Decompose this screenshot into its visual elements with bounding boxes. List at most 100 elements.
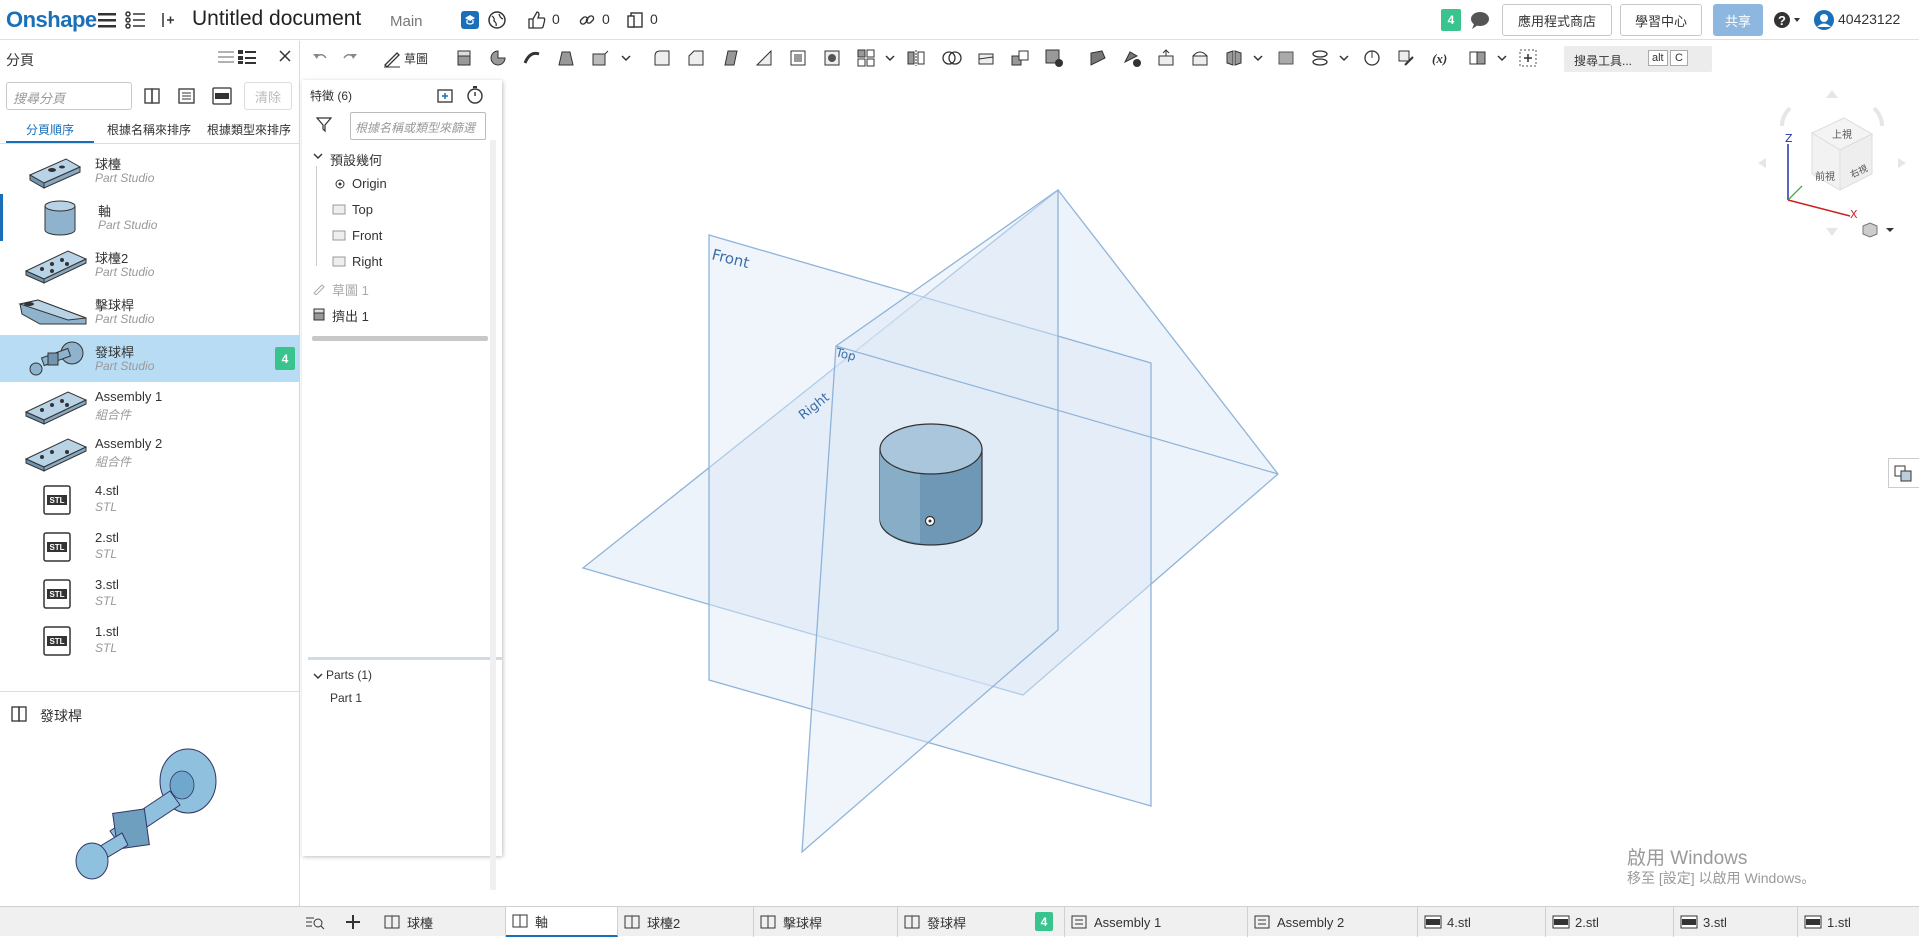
close-icon[interactable]: [278, 49, 292, 66]
chevron-down-icon[interactable]: [1252, 48, 1264, 68]
bottom-tab[interactable]: Assembly 1: [1065, 907, 1248, 937]
boolean-icon[interactable]: [942, 48, 964, 68]
notification-badge[interactable]: 4: [1441, 9, 1461, 31]
feature-item-sketch[interactable]: 草圖 1: [332, 280, 369, 299]
filter-stl-icon[interactable]: [212, 87, 232, 108]
helix-icon[interactable]: [1362, 48, 1384, 68]
tab-list-item[interactable]: Assembly 1 組合件: [0, 382, 300, 429]
bottom-tab[interactable]: 球檯2: [618, 907, 754, 937]
app-store-button[interactable]: 應用程式商店: [1502, 4, 1612, 36]
user-avatar-icon[interactable]: [1813, 9, 1835, 31]
sort-by-type-tab[interactable]: 根據類型來排序: [200, 121, 298, 143]
modify-fillet-icon[interactable]: [1088, 48, 1110, 68]
bottom-tab[interactable]: 擊球桿: [754, 907, 898, 937]
detail-view-icon[interactable]: [238, 49, 256, 68]
tab-list-item[interactable]: 擊球桿 Part Studio: [0, 288, 300, 335]
draft-icon[interactable]: [720, 48, 742, 68]
geometry-item-front[interactable]: Front: [352, 228, 382, 243]
panel-splitter[interactable]: [308, 657, 502, 660]
chat-icon[interactable]: [1469, 9, 1491, 31]
shell-icon[interactable]: [788, 48, 810, 68]
view-options-icon[interactable]: [1862, 221, 1898, 242]
chevron-down-icon[interactable]: [1496, 48, 1508, 68]
bottom-tab[interactable]: 3.stl: [1674, 907, 1798, 937]
extrude-icon[interactable]: [454, 48, 476, 68]
split-icon[interactable]: [976, 48, 998, 68]
chamfer-icon[interactable]: [686, 48, 708, 68]
onshape-logo[interactable]: Onshape: [6, 7, 97, 33]
tab-list-item[interactable]: STL 2.stl STL: [0, 523, 300, 570]
pattern-icon[interactable]: [856, 48, 878, 68]
geometry-item-top[interactable]: Top: [352, 202, 373, 217]
geometry-item-origin[interactable]: Origin: [352, 176, 387, 191]
document-title[interactable]: Untitled document: [192, 7, 361, 31]
cylinder-part[interactable]: [879, 423, 983, 546]
user-name[interactable]: 40423122: [1838, 11, 1900, 27]
sketch-label[interactable]: 草圖: [404, 50, 428, 67]
menu-icon[interactable]: [96, 9, 118, 31]
hole-icon[interactable]: [822, 48, 844, 68]
sketch-icon[interactable]: [382, 48, 404, 68]
bottom-tab[interactable]: 4.stl: [1418, 907, 1546, 937]
clear-button[interactable]: 清除: [244, 82, 292, 110]
view-cube-front[interactable]: 前視: [1815, 170, 1835, 183]
graphics-area[interactable]: Front Top Right: [500, 75, 1919, 905]
loft-icon[interactable]: [556, 48, 578, 68]
tab-list-item[interactable]: 球檯 Part Studio: [0, 147, 300, 194]
transform-icon[interactable]: [1010, 48, 1032, 68]
feature-item-extrude[interactable]: 擠出 1: [332, 306, 369, 325]
geometry-item-right[interactable]: Right: [352, 254, 382, 269]
undo-icon[interactable]: [310, 48, 332, 68]
add-feature-folder-icon[interactable]: [436, 86, 456, 107]
chevron-down-icon[interactable]: [620, 48, 632, 68]
replace-face-icon[interactable]: [1190, 48, 1212, 68]
default-geometry-folder[interactable]: 預設幾何: [330, 150, 382, 169]
timer-icon[interactable]: [466, 86, 484, 107]
tab-list-item[interactable]: 軸 Part Studio: [0, 194, 300, 241]
derived-icon[interactable]: [1468, 48, 1490, 68]
tab-search-icon[interactable]: [305, 914, 325, 933]
sort-by-name-tab[interactable]: 根據名稱來排序: [100, 121, 198, 143]
bottom-tab[interactable]: 軸: [506, 907, 618, 937]
bottom-tab[interactable]: 球檯: [378, 907, 506, 937]
learning-icon[interactable]: [459, 9, 481, 31]
scrollbar[interactable]: [490, 140, 496, 890]
tab-list-item[interactable]: STL 3.stl STL: [0, 570, 300, 617]
tab-list-item[interactable]: Assembly 2 組合件: [0, 429, 300, 476]
globe-icon[interactable]: [486, 9, 508, 31]
copy-icon[interactable]: [624, 9, 646, 31]
list-view-icon[interactable]: [218, 49, 234, 68]
sweep-icon[interactable]: [522, 48, 544, 68]
tab-list-item[interactable]: 發球桿 Part Studio 4: [0, 335, 300, 382]
delete-face-icon[interactable]: [1122, 48, 1144, 68]
fillet-icon[interactable]: [652, 48, 674, 68]
share-button[interactable]: 共享: [1713, 4, 1763, 36]
search-tools-box[interactable]: 搜尋工具... alt C: [1564, 46, 1712, 72]
add-custom-feature-icon[interactable]: [1518, 48, 1540, 68]
tab-list-item[interactable]: STL 1.stl STL: [0, 617, 300, 664]
plane-icon[interactable]: [1276, 48, 1298, 68]
tab-list-item[interactable]: STL 4.stl STL: [0, 476, 300, 523]
filter-icon[interactable]: [315, 116, 333, 135]
insert-icon[interactable]: [154, 9, 176, 31]
measure-icon[interactable]: [1396, 48, 1418, 68]
variable-icon[interactable]: (x): [1430, 48, 1456, 68]
appearance-panel-icon[interactable]: [1888, 458, 1919, 488]
chevron-down-icon[interactable]: [312, 150, 324, 165]
bottom-tab[interactable]: 發球桿 4: [898, 907, 1065, 937]
tab-list-item[interactable]: 球檯2 Part Studio: [0, 241, 300, 288]
help-icon[interactable]: ?: [1772, 9, 1802, 31]
learning-center-button[interactable]: 學習中心: [1620, 4, 1702, 36]
like-icon[interactable]: [526, 9, 548, 31]
chevron-down-icon[interactable]: [1338, 48, 1350, 68]
rib-icon[interactable]: [754, 48, 776, 68]
part-item[interactable]: Part 1: [330, 691, 362, 705]
search-tabs-input[interactable]: 搜尋分頁: [6, 82, 132, 110]
bottom-tab[interactable]: Assembly 2: [1248, 907, 1418, 937]
rollback-bar[interactable]: [312, 336, 488, 341]
mate-connector-icon[interactable]: [1310, 48, 1332, 68]
chevron-down-icon[interactable]: [312, 670, 324, 685]
move-face-icon[interactable]: [1156, 48, 1178, 68]
revolve-icon[interactable]: [488, 48, 510, 68]
sheet-metal-icon[interactable]: [1224, 48, 1246, 68]
